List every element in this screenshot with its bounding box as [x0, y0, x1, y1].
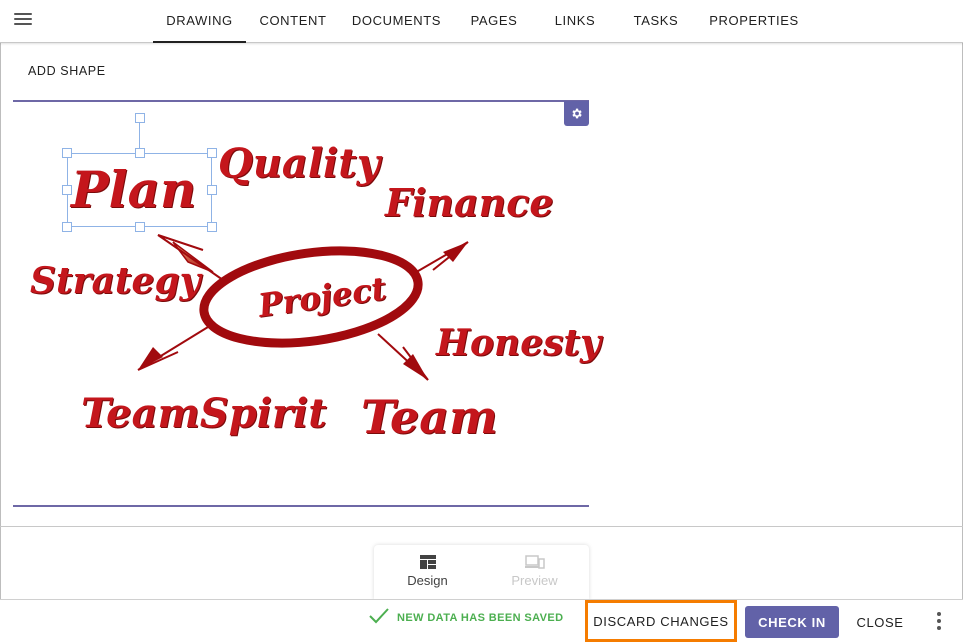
tab-properties[interactable]: PROPERTIES [704, 0, 804, 43]
resize-handle-right[interactable] [207, 185, 217, 195]
close-button[interactable]: CLOSE [848, 606, 912, 638]
word-honesty: Honesty [436, 322, 601, 364]
discard-changes-button[interactable]: DISCARD CHANGES [585, 600, 737, 642]
word-finance: Finance [385, 180, 554, 225]
word-strategy: Strategy [30, 260, 201, 302]
tab-content[interactable]: CONTENT [252, 0, 334, 43]
check-in-button[interactable]: CHECK IN [745, 606, 839, 638]
check-icon [369, 608, 389, 624]
tab-drawing[interactable]: DRAWING [153, 0, 246, 43]
tab-links[interactable]: LINKS [546, 0, 604, 43]
tab-documents[interactable]: DOCUMENTS [345, 0, 448, 43]
resize-handle-top-right[interactable] [207, 148, 217, 158]
hamburger-menu-icon[interactable] [12, 10, 34, 30]
save-status-text: NEW DATA HAS BEEN SAVED [397, 612, 564, 624]
resize-handle-bottom[interactable] [135, 222, 145, 232]
design-label: Design [407, 573, 448, 588]
devices-icon [524, 555, 545, 569]
mode-switch: Design Preview [374, 545, 589, 600]
design-mode-button[interactable]: Design [374, 555, 481, 588]
top-navigation-bar: DRAWING CONTENT DOCUMENTS PAGES LINKS TA… [0, 0, 963, 43]
resize-handle-top[interactable] [135, 148, 145, 158]
resize-handle-bottom-right[interactable] [207, 222, 217, 232]
save-status: NEW DATA HAS BEEN SAVED [369, 608, 564, 624]
selection-box[interactable] [67, 153, 212, 227]
rotation-handle-line [139, 122, 140, 148]
resize-handle-bottom-left[interactable] [62, 222, 72, 232]
preview-label: Preview [511, 573, 558, 588]
tab-tasks[interactable]: TASKS [626, 0, 686, 43]
more-vertical-icon[interactable] [930, 610, 948, 634]
content-divider [0, 526, 963, 527]
add-shape-button[interactable]: ADD SHAPE [28, 64, 106, 78]
word-team: Team [361, 390, 498, 444]
rotation-handle[interactable] [135, 113, 145, 123]
word-teamspirit: TeamSpirit [81, 390, 327, 437]
design-icon [419, 555, 436, 569]
canvas-bottom-border [13, 505, 589, 507]
tab-pages[interactable]: PAGES [462, 0, 526, 43]
preview-mode-button[interactable]: Preview [481, 555, 588, 588]
word-quality: Quality [218, 140, 380, 187]
bottom-action-bar: NEW DATA HAS BEEN SAVED DISCARD CHANGES … [0, 599, 963, 642]
resize-handle-top-left[interactable] [62, 148, 72, 158]
resize-handle-left[interactable] [62, 185, 72, 195]
